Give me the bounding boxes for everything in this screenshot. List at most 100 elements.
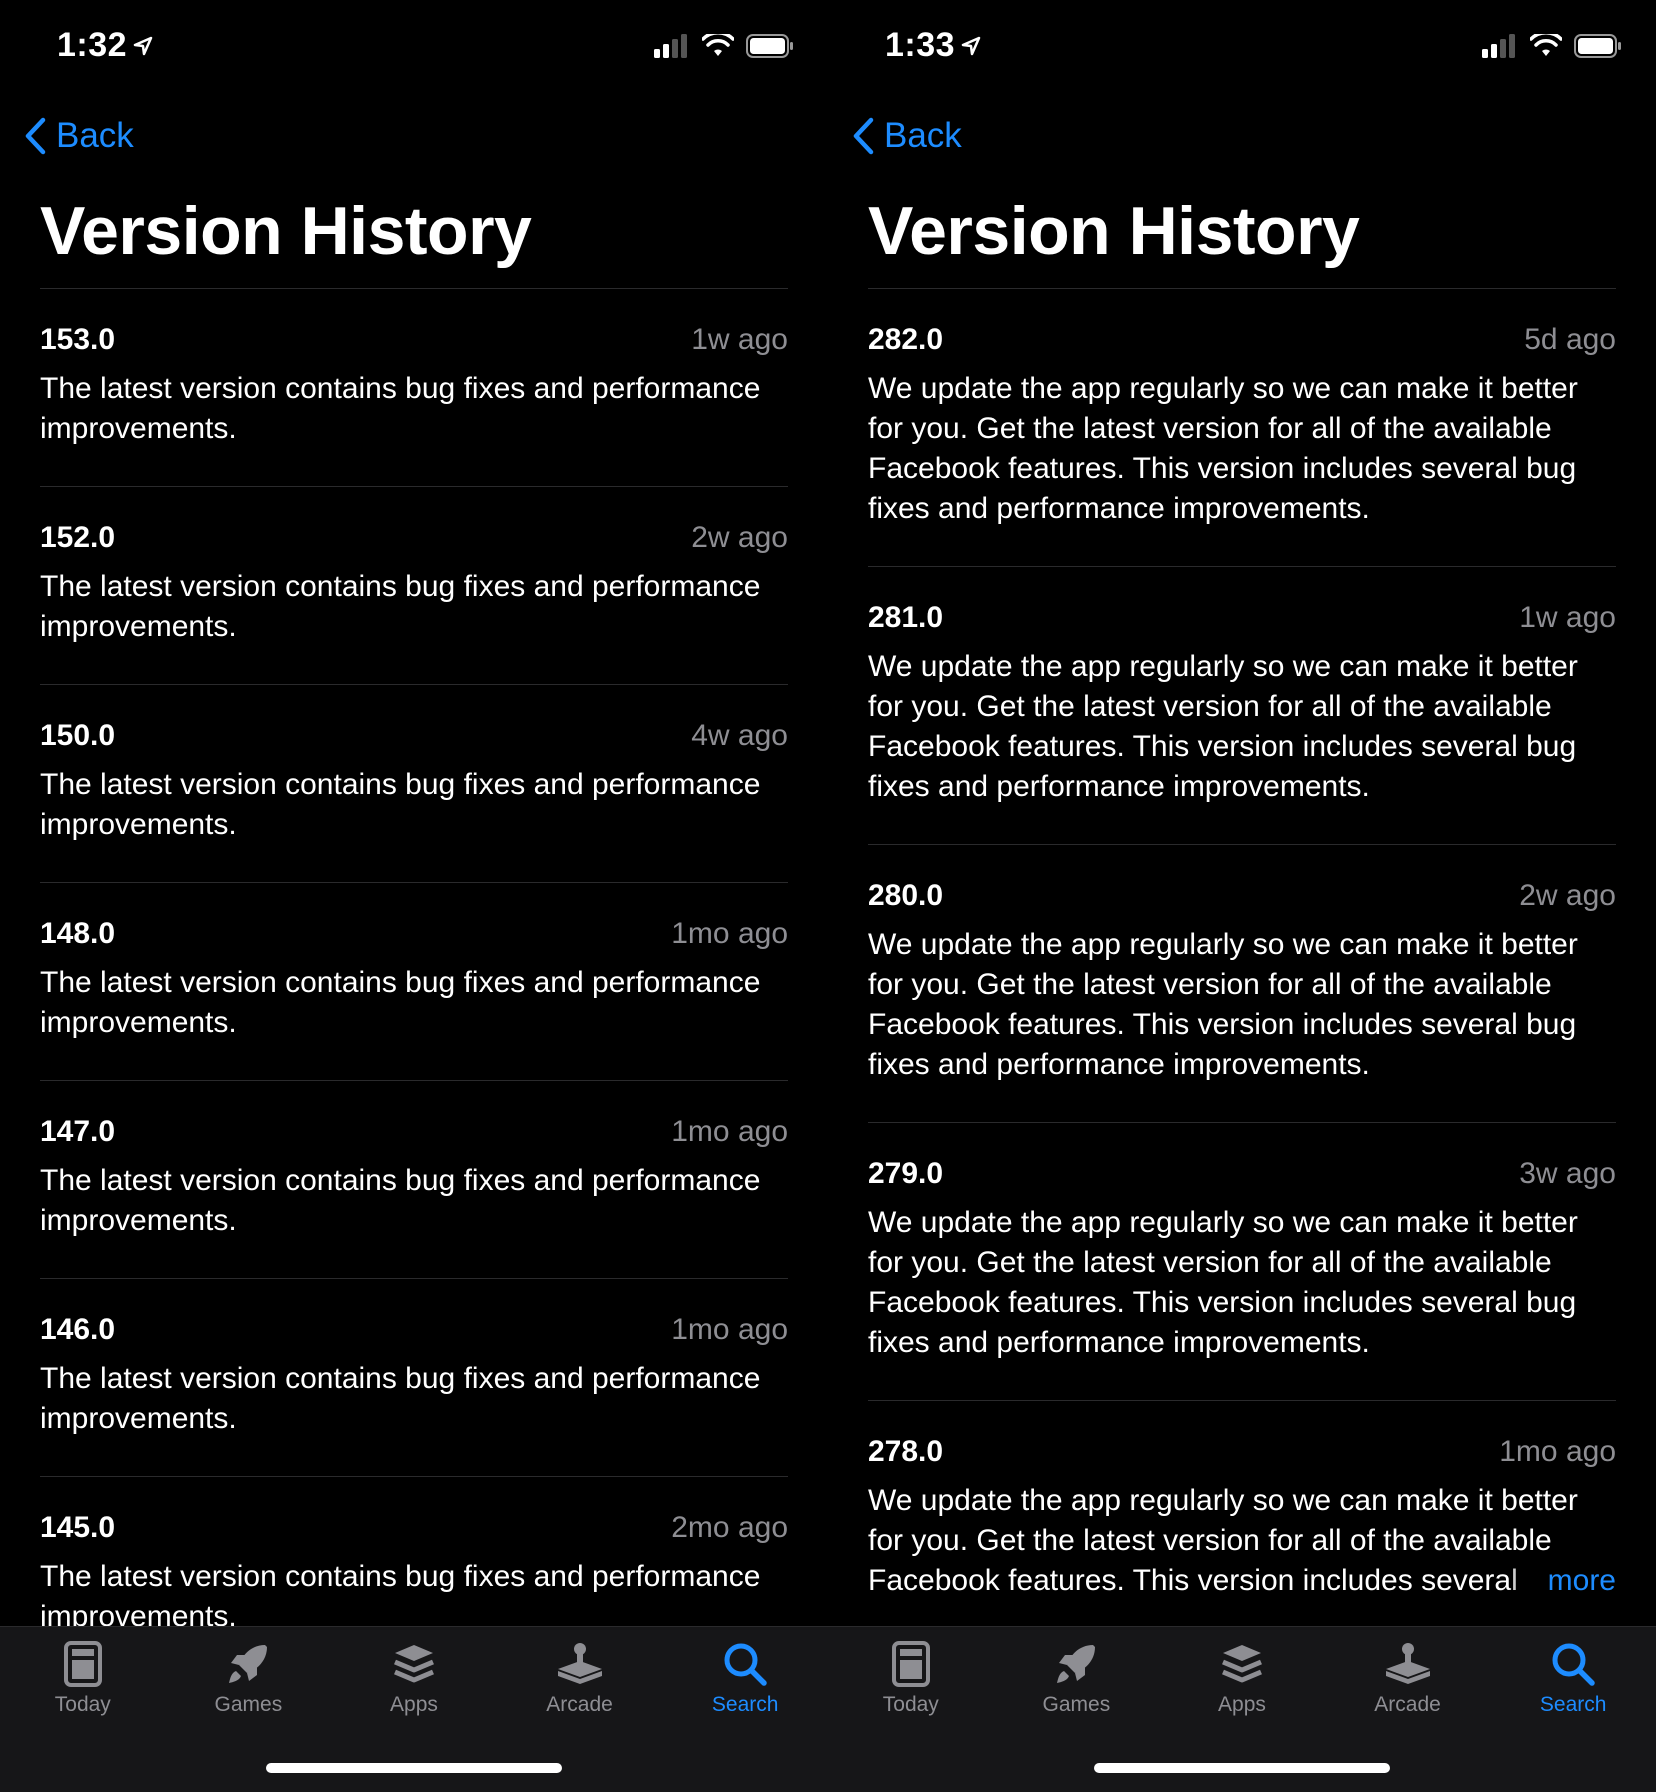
tab-label: Apps: [1218, 1693, 1266, 1716]
release-notes: We update the app regularly so we can ma…: [868, 372, 1578, 525]
cellular-signal-icon: [654, 34, 687, 58]
version-entry: 147.0 1mo ago The latest version contains…: [40, 1080, 788, 1278]
version-date: 2w ago: [691, 521, 788, 554]
version-number: 150.0: [40, 719, 116, 752]
battery-icon: [746, 34, 793, 58]
status-time: 1:33: [885, 26, 981, 65]
version-date: 3w ago: [1519, 1157, 1616, 1190]
apps-stack-icon: [1222, 1645, 1262, 1683]
status-bar: 1:33: [828, 0, 1656, 100]
more-link[interactable]: more: [1507, 1561, 1616, 1601]
release-notes: The latest version contains bug fixes an…: [40, 1560, 761, 1633]
tab-search[interactable]: Search: [685, 1641, 805, 1717]
version-number: 279.0: [868, 1157, 944, 1190]
chevron-left-icon: [25, 117, 46, 155]
battery-icon: [1574, 34, 1621, 58]
tab-games[interactable]: Games: [1016, 1641, 1136, 1717]
tab-games[interactable]: Games: [188, 1641, 308, 1717]
status-bar: 1:32: [0, 0, 828, 100]
version-number: 147.0: [40, 1115, 116, 1148]
version-date: 1mo ago: [671, 1313, 788, 1346]
tab-apps[interactable]: Apps: [354, 1641, 474, 1717]
version-date: 2w ago: [1519, 879, 1616, 912]
release-notes-truncated: We update the app regularly so we can ma…: [868, 1481, 1616, 1601]
status-time-text: 1:33: [885, 26, 956, 64]
tab-search[interactable]: Search: [1513, 1641, 1633, 1717]
back-button[interactable]: Back: [24, 116, 134, 156]
version-list: 282.0 5d ago We update the app regularly …: [868, 288, 1616, 1678]
version-entry: 279.0 3w ago We update the app regularly …: [868, 1122, 1616, 1400]
search-icon: [1552, 1643, 1595, 1686]
version-entry: 280.0 2w ago We update the app regularly …: [868, 844, 1616, 1122]
version-number: 281.0: [868, 601, 944, 634]
version-number: 152.0: [40, 521, 116, 554]
release-notes: The latest version contains bug fixes an…: [40, 966, 761, 1039]
tab-bar: Today Games Apps Arcade Search: [828, 1626, 1656, 1792]
chevron-left-icon: [853, 117, 874, 155]
release-notes: The latest version contains bug fixes an…: [40, 768, 761, 841]
release-notes: The latest version contains bug fixes an…: [40, 1362, 761, 1435]
version-entry: 282.0 5d ago We update the app regularly …: [868, 288, 1616, 566]
tab-arcade[interactable]: Arcade: [1348, 1641, 1468, 1717]
version-date: 1mo ago: [671, 917, 788, 950]
version-date: 1w ago: [691, 323, 788, 356]
version-entry: 148.0 1mo ago The latest version contains…: [40, 882, 788, 1080]
today-icon: [891, 1641, 930, 1687]
wifi-icon: [702, 34, 734, 56]
release-notes: We update the app regularly so we can ma…: [868, 650, 1578, 803]
tab-bar: Today Games Apps Arcade Search: [0, 1626, 828, 1792]
version-number: 145.0: [40, 1511, 116, 1544]
tab-today[interactable]: Today: [23, 1641, 143, 1717]
joystick-icon: [557, 1643, 602, 1684]
tab-label: Search: [1539, 1693, 1607, 1716]
version-date: 1mo ago: [671, 1115, 788, 1148]
version-date: 5d ago: [1524, 323, 1616, 356]
release-notes: The latest version contains bug fixes an…: [40, 570, 761, 643]
status-time: 1:32: [57, 26, 153, 65]
version-number: 280.0: [868, 879, 944, 912]
version-entry: 153.0 1w ago The latest version contains …: [40, 288, 788, 486]
release-notes: The latest version contains bug fixes an…: [40, 1164, 761, 1237]
rocket-icon: [229, 1645, 268, 1683]
joystick-icon: [1385, 1643, 1430, 1684]
release-notes: We update the app regularly so we can ma…: [868, 1484, 1578, 1597]
cellular-signal-icon: [1482, 34, 1515, 58]
back-button[interactable]: Back: [852, 116, 962, 156]
today-icon: [63, 1641, 102, 1687]
tab-label: Today: [882, 1693, 939, 1716]
back-button-label: Back: [56, 116, 134, 155]
tab-label: Games: [1042, 1693, 1111, 1716]
phone-screen-left: 1:32 Back Version History 153.0 1w ago Th…: [0, 0, 828, 1792]
version-date: 1w ago: [1519, 601, 1616, 634]
rocket-icon: [1057, 1645, 1096, 1683]
home-indicator[interactable]: [266, 1763, 562, 1773]
page-title: Version History: [868, 193, 1360, 269]
version-number: 148.0: [40, 917, 116, 950]
home-indicator[interactable]: [1094, 1763, 1390, 1773]
version-entry: 281.0 1w ago We update the app regularly …: [868, 566, 1616, 844]
tab-today[interactable]: Today: [851, 1641, 971, 1717]
version-date: 4w ago: [691, 719, 788, 752]
location-arrow-icon: [133, 36, 153, 55]
version-date: 1mo ago: [1499, 1435, 1616, 1468]
status-time-text: 1:32: [57, 26, 128, 64]
tab-label: Today: [54, 1693, 111, 1716]
version-number: 146.0: [40, 1313, 116, 1346]
tab-label: Arcade: [1374, 1693, 1441, 1716]
tab-label: Arcade: [546, 1693, 613, 1716]
release-notes: We update the app regularly so we can ma…: [868, 1206, 1578, 1359]
wifi-icon: [1530, 34, 1562, 56]
version-number: 278.0: [868, 1435, 944, 1468]
phone-screen-right: 1:33 Back Version History 282.0 5d ago We…: [828, 0, 1656, 1792]
release-notes: The latest version contains bug fixes an…: [40, 372, 761, 445]
version-entry: 146.0 1mo ago The latest version contains…: [40, 1278, 788, 1476]
version-date: 2mo ago: [671, 1511, 788, 1544]
tab-label: Search: [711, 1693, 779, 1716]
page-title: Version History: [40, 193, 532, 269]
tab-arcade[interactable]: Arcade: [520, 1641, 640, 1717]
search-icon: [724, 1643, 767, 1686]
version-list: 153.0 1w ago The latest version contains …: [40, 288, 788, 1674]
version-entry: 152.0 2w ago The latest version contains …: [40, 486, 788, 684]
back-button-label: Back: [884, 116, 962, 155]
tab-apps[interactable]: Apps: [1182, 1641, 1302, 1717]
